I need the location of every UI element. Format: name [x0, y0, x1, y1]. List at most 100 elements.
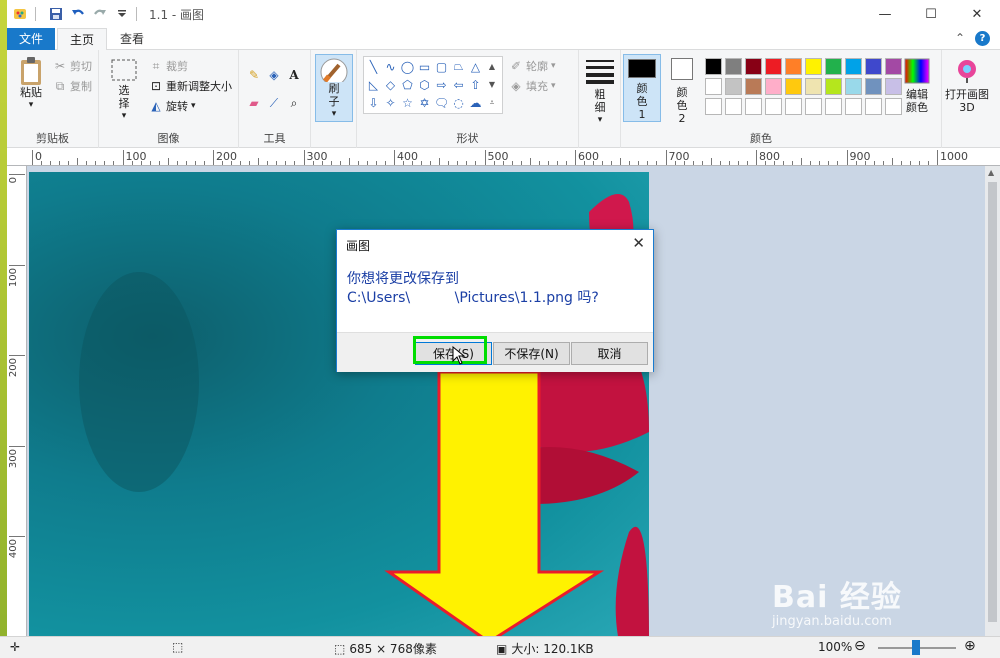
text-tool-icon[interactable]: A [287, 68, 301, 82]
crop-icon: ⌗ [152, 58, 160, 73]
brushes-button[interactable]: 刷子 ▾ [315, 54, 353, 122]
palette-color-swatch[interactable] [845, 78, 862, 95]
palette-color-swatch[interactable] [765, 98, 782, 115]
oval-callout-shape-icon[interactable]: ◌ [450, 94, 467, 111]
palette-color-swatch[interactable] [845, 98, 862, 115]
right-triangle-shape-icon[interactable]: ◺ [365, 76, 382, 93]
fill-bucket-icon[interactable]: ◈ [267, 68, 281, 82]
scroll-up-arrow-icon[interactable]: ▲ [988, 168, 994, 177]
color2-button[interactable]: 颜色 2 [665, 58, 699, 125]
palette-color-swatch[interactable] [805, 58, 822, 75]
palette-color-swatch[interactable] [725, 58, 742, 75]
palette-color-swatch[interactable] [785, 78, 802, 95]
down-arrow-shape-icon[interactable]: ⇩ [365, 94, 382, 111]
dialog-message: 你想将更改保存到 C:\Users\ \Pictures\1.1.png 吗? [347, 270, 599, 308]
vertical-scrollbar[interactable]: ▲ [985, 166, 1000, 636]
paste-button[interactable]: 粘贴 ▾ [13, 56, 49, 112]
left-arrow-shape-icon[interactable]: ⇦ [450, 76, 467, 93]
edit-colors-button[interactable]: 编辑颜色 [897, 58, 937, 114]
palette-color-swatch[interactable] [825, 78, 842, 95]
save-icon[interactable] [48, 6, 64, 22]
palette-color-swatch[interactable] [865, 78, 882, 95]
help-icon[interactable]: ? [975, 31, 990, 46]
size-button[interactable]: 粗细 ▾ [583, 58, 617, 127]
rotate-button[interactable]: ◭ 旋转 ▾ [149, 98, 195, 114]
color-picker-icon[interactable]: ⟋ [267, 96, 281, 110]
palette-color-swatch[interactable] [725, 78, 742, 95]
polygon-shape-icon[interactable]: ⏢ [450, 58, 467, 75]
collapse-ribbon-icon[interactable]: ⌃ [955, 31, 965, 46]
outline-button[interactable]: ✐ 轮廓 ▾ [509, 58, 556, 74]
color1-button[interactable]: 颜色 1 [623, 54, 661, 122]
cloud-callout-shape-icon[interactable]: ☁ [467, 94, 484, 111]
palette-color-swatch[interactable] [825, 98, 842, 115]
tab-file[interactable]: 文件 [7, 28, 55, 50]
palette-color-swatch[interactable] [705, 98, 722, 115]
pencil-icon[interactable]: ✎ [247, 68, 261, 82]
palette-color-swatch[interactable] [765, 58, 782, 75]
copy-button[interactable]: ⧉ 复制 [53, 78, 92, 94]
palette-color-swatch[interactable] [865, 58, 882, 75]
palette-color-swatch[interactable] [805, 98, 822, 115]
line-shape-icon[interactable]: ╲ [365, 58, 382, 75]
six-point-star-shape-icon[interactable]: ✡ [416, 94, 433, 111]
close-button[interactable]: ✕ [954, 0, 1000, 28]
maximize-button[interactable]: ☐ [908, 0, 954, 28]
redo-icon[interactable] [92, 6, 108, 22]
palette-color-swatch[interactable] [785, 98, 802, 115]
expand-gallery-icon[interactable]: ⩡ [486, 94, 498, 111]
rect-callout-shape-icon[interactable]: 🗨 [433, 94, 450, 111]
ruler-minor-tick [746, 161, 748, 165]
palette-color-swatch[interactable] [845, 58, 862, 75]
zoom-out-button[interactable]: ⊖ [854, 638, 866, 654]
zoom-in-button[interactable]: ⊕ [964, 638, 976, 654]
scrollbar-thumb[interactable] [988, 182, 997, 622]
palette-color-swatch[interactable] [745, 78, 762, 95]
palette-color-swatch[interactable] [865, 98, 882, 115]
pentagon-shape-icon[interactable]: ⬠ [399, 76, 416, 93]
minimize-button[interactable]: — [862, 0, 908, 28]
palette-color-swatch[interactable] [705, 58, 722, 75]
zoom-slider-thumb[interactable] [912, 640, 920, 655]
scroll-up-icon[interactable]: ▲ [486, 58, 498, 75]
up-arrow-shape-icon[interactable]: ⇧ [467, 76, 484, 93]
fill-button[interactable]: ◈ 填充 ▾ [509, 78, 555, 94]
triangle-shape-icon[interactable]: △ [467, 58, 484, 75]
palette-color-swatch[interactable] [705, 78, 722, 95]
palette-color-swatch[interactable] [725, 98, 742, 115]
hexagon-shape-icon[interactable]: ⬡ [416, 76, 433, 93]
palette-color-swatch[interactable] [745, 58, 762, 75]
ruler-minor-tick [656, 161, 658, 165]
five-point-star-shape-icon[interactable]: ☆ [399, 94, 416, 111]
rectangle-shape-icon[interactable]: ▭ [416, 58, 433, 75]
cancel-button[interactable]: 取消 [571, 342, 648, 365]
diamond-shape-icon[interactable]: ◇ [382, 76, 399, 93]
oval-shape-icon[interactable]: ◯ [399, 58, 416, 75]
palette-color-swatch[interactable] [745, 98, 762, 115]
cut-button[interactable]: ✂ 剪切 [53, 58, 92, 74]
four-point-star-shape-icon[interactable]: ✧ [382, 94, 399, 111]
tab-view[interactable]: 查看 [109, 28, 155, 50]
palette-color-swatch[interactable] [825, 58, 842, 75]
scroll-down-icon[interactable]: ▼ [486, 76, 498, 93]
rounded-rectangle-shape-icon[interactable]: ▢ [433, 58, 450, 75]
customize-toolbar-icon[interactable] [114, 6, 130, 22]
undo-icon[interactable] [70, 6, 86, 22]
dialog-close-icon[interactable]: ✕ [632, 234, 645, 252]
resize-button[interactable]: ⊡ 重新调整大小 [149, 78, 232, 94]
palette-color-swatch[interactable] [805, 78, 822, 95]
dont-save-button[interactable]: 不保存(N) [493, 342, 570, 365]
palette-color-swatch[interactable] [785, 58, 802, 75]
tab-home[interactable]: 主页 [57, 28, 107, 51]
fill-label: 填充 [526, 80, 548, 93]
ruler-minor-tick [140, 161, 142, 165]
right-arrow-shape-icon[interactable]: ⇨ [433, 76, 450, 93]
select-button[interactable]: 选择 ▾ [107, 58, 141, 123]
palette-color-swatch[interactable] [765, 78, 782, 95]
eraser-icon[interactable]: ▰ [247, 96, 261, 110]
crop-button[interactable]: ⌗ 裁剪 [149, 58, 188, 74]
open-paint3d-button[interactable]: 打开画图 3D [939, 58, 995, 114]
curve-shape-icon[interactable]: ∿ [382, 58, 399, 75]
magnifier-icon[interactable]: ⌕ [287, 96, 301, 110]
ruler-label: 900 [849, 150, 871, 163]
